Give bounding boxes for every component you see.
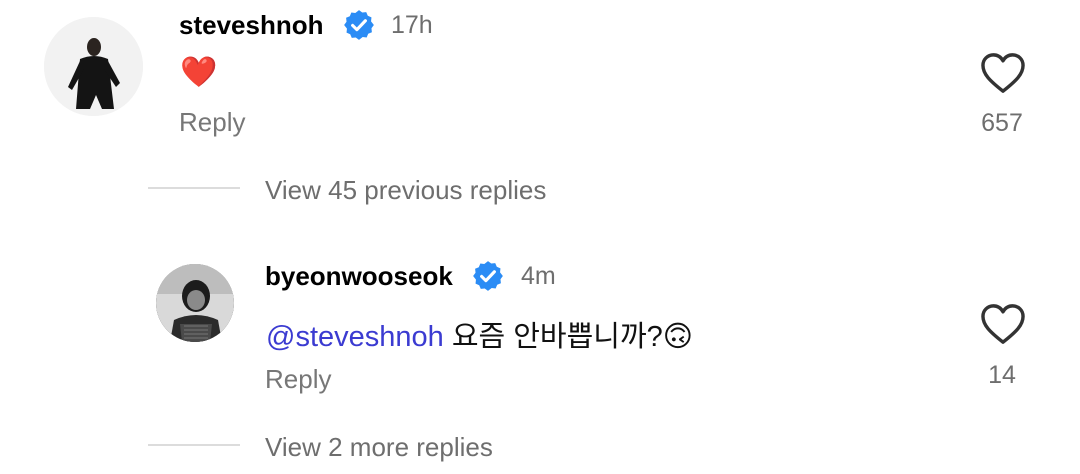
upside-down-face-emoji-icon: 🙃: [662, 321, 694, 353]
view-more-replies-button[interactable]: View 2 more replies: [265, 432, 493, 463]
timestamp: 17h: [391, 11, 433, 39]
comment-text: ❤️: [180, 55, 217, 91]
verified-badge-icon: [473, 261, 503, 291]
heart-emoji-icon: ❤️: [180, 56, 218, 89]
reply-button[interactable]: Reply: [179, 107, 245, 138]
avatar-byeonwooseok[interactable]: [156, 264, 234, 342]
reply-button[interactable]: Reply: [265, 364, 331, 395]
username[interactable]: steveshnoh: [179, 10, 324, 41]
verified-badge-icon: [344, 10, 374, 40]
like-count: 657: [981, 109, 1023, 137]
timestamp: 4m: [521, 262, 556, 290]
like-heart-icon[interactable]: [980, 303, 1026, 345]
divider: [148, 444, 240, 446]
view-previous-replies-button[interactable]: View 45 previous replies: [265, 175, 546, 206]
username[interactable]: byeonwooseok: [265, 261, 453, 292]
comment-body: 요즘 안바쁩니까?: [443, 321, 663, 353]
like-count: 14: [988, 361, 1016, 389]
avatar-steveshnoh[interactable]: [44, 17, 143, 116]
like-heart-icon[interactable]: [980, 52, 1026, 94]
comment-text: @steveshnoh 요즘 안바쁩니까?🙃: [266, 313, 693, 355]
mention-link[interactable]: @steveshnoh: [266, 321, 444, 353]
divider: [148, 187, 240, 189]
